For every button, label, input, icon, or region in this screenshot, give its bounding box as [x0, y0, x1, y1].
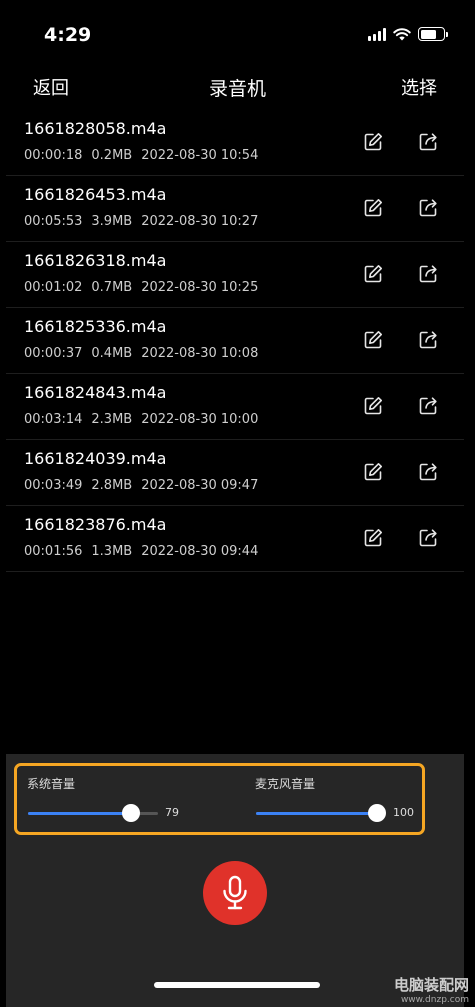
recording-name: 1661823876.m4a	[24, 515, 167, 534]
edit-button[interactable]	[362, 131, 384, 153]
recording-item[interactable]: 1661824039.m4a 00:03:49 2.8MB 2022-08-30 0…	[6, 440, 464, 506]
recording-duration: 00:01:56	[24, 544, 83, 559]
system-volume-value: 79	[165, 806, 179, 819]
watermark: 电脑装配网 www.dnzp.com	[394, 974, 469, 1005]
share-button[interactable]	[417, 527, 439, 549]
record-button[interactable]	[203, 861, 267, 925]
signal-icon	[368, 27, 386, 41]
watermark-url: www.dnzp.com	[400, 995, 469, 1005]
edit-icon	[364, 133, 382, 151]
recording-meta: 00:03:49 2.8MB 2022-08-30 09:47	[24, 478, 267, 493]
share-icon	[419, 463, 437, 481]
recording-date: 2022-08-30 10:00	[141, 412, 259, 427]
share-icon	[419, 133, 437, 151]
edit-button[interactable]	[362, 395, 384, 417]
recording-meta: 00:01:56 1.3MB 2022-08-30 09:44	[24, 544, 267, 559]
share-button[interactable]	[417, 395, 439, 417]
mic-volume-label: 麦克风音量	[255, 777, 316, 791]
recording-meta: 00:01:02 0.7MB 2022-08-30 10:25	[24, 280, 267, 295]
edit-button[interactable]	[362, 197, 384, 219]
system-volume-slider[interactable]	[28, 804, 158, 822]
edit-icon	[364, 463, 382, 481]
share-icon	[419, 331, 437, 349]
edit-icon	[364, 265, 382, 283]
recording-size: 3.9MB	[91, 214, 133, 229]
recording-meta: 00:00:18 0.2MB 2022-08-30 10:54	[24, 148, 267, 163]
recording-duration: 00:03:14	[24, 412, 83, 427]
status-time: 4:29	[44, 24, 92, 46]
recording-item[interactable]: 1661825336.m4a 00:00:37 0.4MB 2022-08-30 1…	[6, 308, 464, 374]
share-icon	[419, 265, 437, 283]
mic-volume-thumb[interactable]	[368, 804, 386, 822]
microphone-icon	[223, 875, 247, 910]
recording-duration: 00:03:49	[24, 478, 83, 493]
recording-size: 0.2MB	[91, 148, 133, 163]
volume-controls: 系统音量 79 麦克风音量 100	[14, 763, 425, 835]
share-icon	[419, 397, 437, 415]
recording-name: 1661826318.m4a	[24, 251, 167, 270]
recording-name: 1661826453.m4a	[24, 185, 167, 204]
edit-button[interactable]	[362, 461, 384, 483]
nav-bar: 返回 录音机 选择	[0, 64, 475, 108]
recording-item[interactable]: 1661826453.m4a 00:05:53 3.9MB 2022-08-30 1…	[6, 176, 464, 242]
recording-size: 2.3MB	[91, 412, 133, 427]
recording-name: 1661828058.m4a	[24, 119, 167, 138]
share-button[interactable]	[417, 197, 439, 219]
recording-date: 2022-08-30 10:25	[141, 280, 259, 295]
system-volume-fill	[28, 812, 131, 815]
recording-duration: 00:01:02	[24, 280, 83, 295]
wifi-icon	[393, 28, 411, 41]
edit-button[interactable]	[362, 527, 384, 549]
battery-icon	[418, 27, 448, 41]
status-icons	[368, 27, 448, 41]
recording-name: 1661825336.m4a	[24, 317, 167, 336]
recording-list: 1661828058.m4a 00:00:18 0.2MB 2022-08-30 1…	[6, 110, 464, 572]
mic-volume-slider[interactable]	[256, 804, 386, 822]
recording-duration: 00:00:18	[24, 148, 83, 163]
recording-size: 1.3MB	[91, 544, 133, 559]
recording-duration: 00:00:37	[24, 346, 83, 361]
recording-item[interactable]: 1661823876.m4a 00:01:56 1.3MB 2022-08-30 0…	[6, 506, 464, 572]
status-bar: 4:29	[0, 0, 475, 60]
watermark-logo: 电脑装配网	[393, 976, 469, 994]
home-indicator[interactable]	[154, 982, 320, 988]
recording-date: 2022-08-30 10:54	[141, 148, 259, 163]
recording-size: 0.4MB	[91, 346, 133, 361]
recording-date: 2022-08-30 09:44	[141, 544, 259, 559]
system-volume-label: 系统音量	[27, 777, 76, 791]
recording-item[interactable]: 1661826318.m4a 00:01:02 0.7MB 2022-08-30 1…	[6, 242, 464, 308]
share-button[interactable]	[417, 461, 439, 483]
share-icon	[419, 529, 437, 547]
recording-meta: 00:05:53 3.9MB 2022-08-30 10:27	[24, 214, 267, 229]
system-volume-thumb[interactable]	[121, 804, 140, 822]
select-button[interactable]: 选择	[401, 74, 437, 100]
edit-icon	[364, 397, 382, 415]
recording-size: 0.7MB	[91, 280, 133, 295]
recording-item[interactable]: 1661828058.m4a 00:00:18 0.2MB 2022-08-30 1…	[6, 110, 464, 176]
recording-date: 2022-08-30 10:27	[141, 214, 259, 229]
recording-item[interactable]: 1661824843.m4a 00:03:14 2.3MB 2022-08-30 1…	[6, 374, 464, 440]
recording-name: 1661824039.m4a	[24, 449, 167, 468]
recording-meta: 00:00:37 0.4MB 2022-08-30 10:08	[24, 346, 267, 361]
recording-meta: 00:03:14 2.3MB 2022-08-30 10:00	[24, 412, 267, 427]
share-button[interactable]	[417, 263, 439, 285]
edit-button[interactable]	[362, 263, 384, 285]
recording-date: 2022-08-30 10:08	[141, 346, 259, 361]
share-button[interactable]	[417, 131, 439, 153]
recording-duration: 00:05:53	[24, 214, 83, 229]
mic-volume-value: 100	[393, 806, 414, 819]
recording-name: 1661824843.m4a	[24, 383, 167, 402]
mic-volume-fill	[256, 812, 377, 815]
share-button[interactable]	[417, 329, 439, 351]
edit-button[interactable]	[362, 329, 384, 351]
recording-size: 2.8MB	[91, 478, 133, 493]
recording-date: 2022-08-30 09:47	[141, 478, 259, 493]
share-icon	[419, 199, 437, 217]
edit-icon	[364, 331, 382, 349]
edit-icon	[364, 199, 382, 217]
edit-icon	[364, 529, 382, 547]
control-panel: 系统音量 79 麦克风音量 100	[6, 754, 464, 1007]
